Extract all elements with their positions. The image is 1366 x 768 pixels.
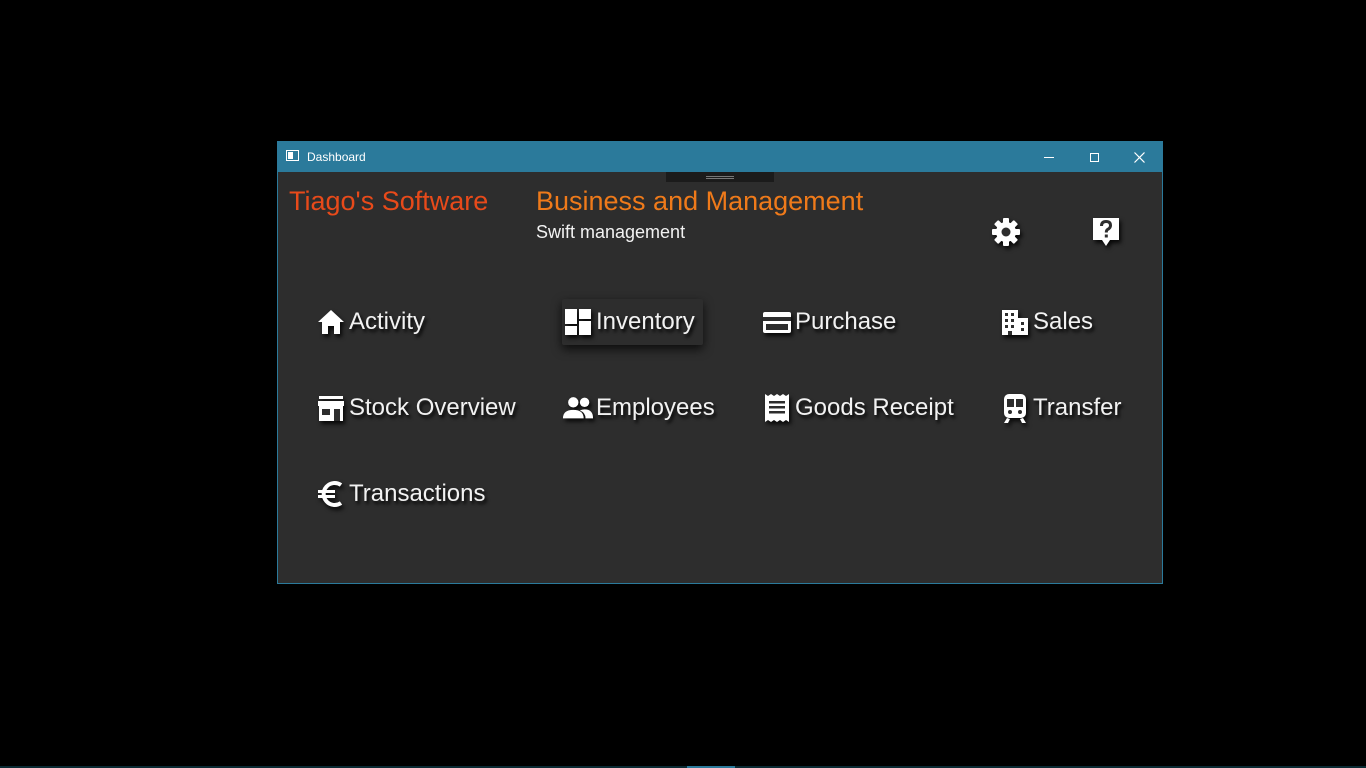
dashboard-window: Dashboard Tiago's Software Business and … [277,141,1163,584]
stock-overview-tile[interactable]: Stock Overview [315,385,516,431]
sales-tile[interactable]: Sales [999,299,1093,345]
purchase-tile[interactable]: Purchase [761,299,896,345]
drag-handle[interactable] [666,172,774,182]
goods-receipt-label: Goods Receipt [795,394,954,421]
minimize-icon [1044,156,1054,158]
help-button[interactable] [1088,214,1124,250]
app-title: Business and Management [536,186,864,216]
transfer-label: Transfer [1033,394,1122,421]
transactions-tile[interactable]: Transactions [315,471,486,517]
purchase-label: Purchase [795,308,897,335]
app-window-icon [286,150,299,161]
building-icon [999,306,1031,338]
maximize-icon [1089,152,1099,162]
title-bar[interactable]: Dashboard [278,142,1162,172]
gear-icon [992,218,1020,246]
euro-icon [315,478,347,510]
train-icon [999,392,1031,424]
employees-tile[interactable]: Employees [562,385,715,431]
app-subtitle: Swift management [536,222,686,242]
inventory-tile[interactable]: Inventory [562,299,703,345]
close-button[interactable] [1116,142,1162,172]
receipt-icon [761,392,793,424]
close-icon [1133,151,1145,163]
transactions-label: Transactions [349,480,486,507]
store-icon [315,392,347,424]
people-icon [562,392,594,424]
dashboard-icon [562,306,594,338]
settings-button[interactable] [988,214,1024,250]
activity-label: Activity [349,308,426,335]
minimize-button[interactable] [1026,142,1072,172]
maximize-button[interactable] [1071,142,1117,172]
transfer-tile[interactable]: Transfer [999,385,1121,431]
sales-label: Sales [1033,308,1094,335]
help-icon [1093,218,1119,246]
credit-card-icon [761,306,793,338]
goods-receipt-tile[interactable]: Goods Receipt [761,385,954,431]
window-title: Dashboard [307,150,366,164]
home-icon [315,306,347,338]
brand-name: Tiago's Software [289,186,489,216]
inventory-label: Inventory [596,308,695,335]
stock-overview-label: Stock Overview [349,394,516,421]
activity-tile[interactable]: Activity [315,299,425,345]
employees-label: Employees [596,394,715,421]
